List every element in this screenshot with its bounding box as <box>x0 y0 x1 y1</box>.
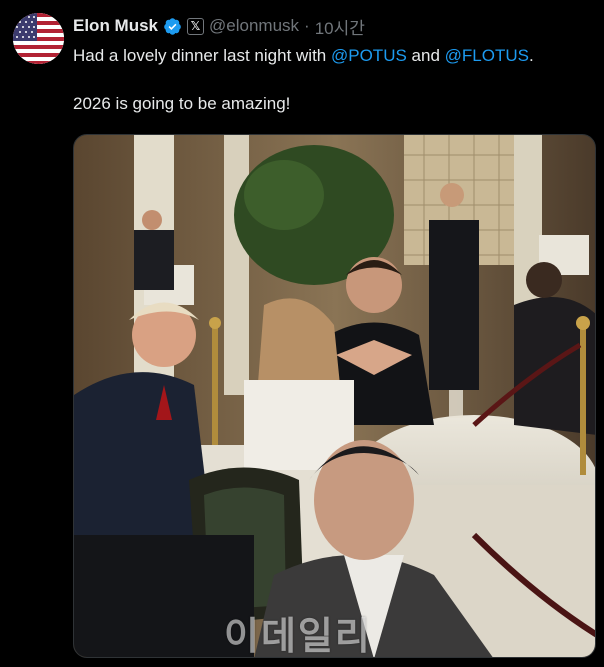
verified-badge-icon[interactable] <box>163 17 182 36</box>
tweet-header: Elon Musk 𝕏 @elonmusk · 10시간 <box>73 14 365 38</box>
separator-dot: · <box>304 16 310 35</box>
tweet-text: Had a lovely dinner last night with @POT… <box>73 45 593 115</box>
author-handle[interactable]: @elonmusk <box>209 16 299 36</box>
tweet-line-1: Had a lovely dinner last night with @POT… <box>73 45 593 67</box>
author-name[interactable]: Elon Musk <box>73 16 158 36</box>
tweet-photo[interactable]: 이데일리 <box>73 134 596 658</box>
restaurant-dinner-photo <box>74 135 595 657</box>
tweet-timestamp[interactable]: 10시간 <box>315 14 365 39</box>
tweet-text-segment: . <box>528 46 534 65</box>
avatar[interactable] <box>13 13 64 64</box>
x-logo-icon[interactable]: 𝕏 <box>187 17 205 35</box>
mention-potus[interactable]: @POTUS <box>331 46 407 65</box>
mention-flotus[interactable]: @FLOTUS <box>445 46 529 65</box>
watermark-text: 이데일리 <box>224 616 372 658</box>
tweet-text-segment: Had a lovely dinner last night with <box>73 46 331 65</box>
tweet-line-2: 2026 is going to be amazing! <box>73 94 291 113</box>
tweet-text-segment: and <box>406 46 445 65</box>
us-flag-icon <box>13 13 64 64</box>
